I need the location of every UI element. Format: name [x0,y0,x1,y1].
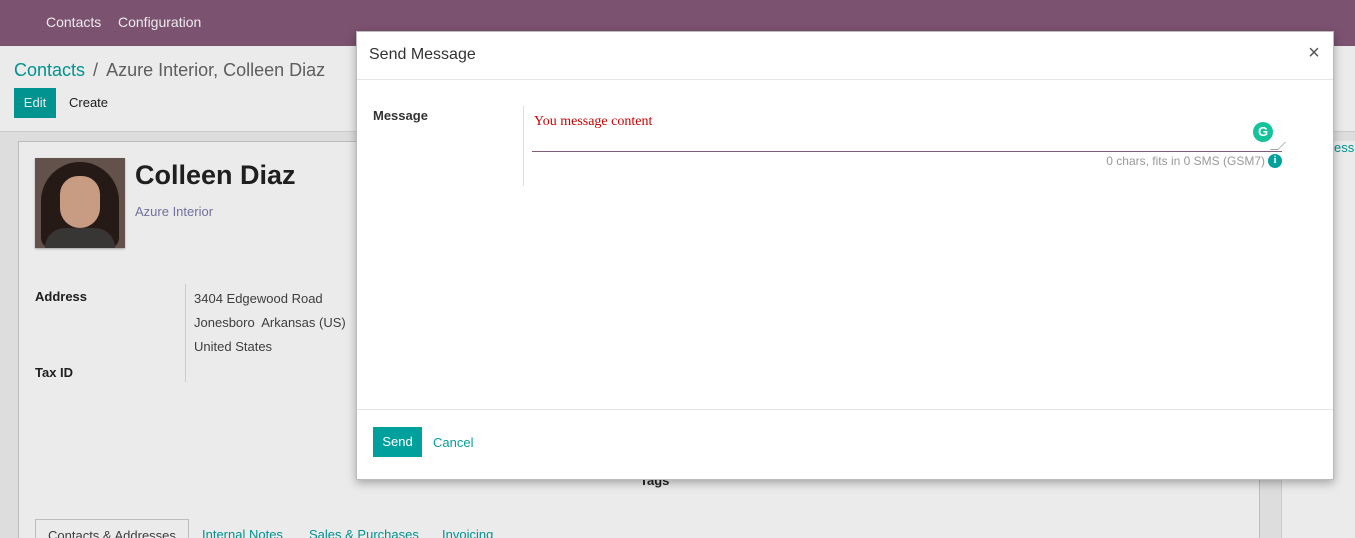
message-textarea[interactable] [532,108,1282,152]
message-label: Message [373,108,428,123]
grammarly-icon[interactable]: G [1253,122,1273,142]
close-icon[interactable]: × [1305,43,1323,63]
message-divider [523,106,524,186]
cancel-button[interactable]: Cancel [433,435,473,450]
send-message-dialog: Send Message × Message G 0 chars, fits i… [356,31,1334,480]
modal-footer: Send Cancel [357,409,1333,479]
send-button[interactable]: Send [373,427,422,457]
modal-header: Send Message × [357,32,1333,80]
modal-title: Send Message [369,46,476,63]
sms-count-text: 0 chars, fits in 0 SMS (GSM7) [1106,154,1265,168]
info-icon[interactable]: i [1268,154,1282,168]
